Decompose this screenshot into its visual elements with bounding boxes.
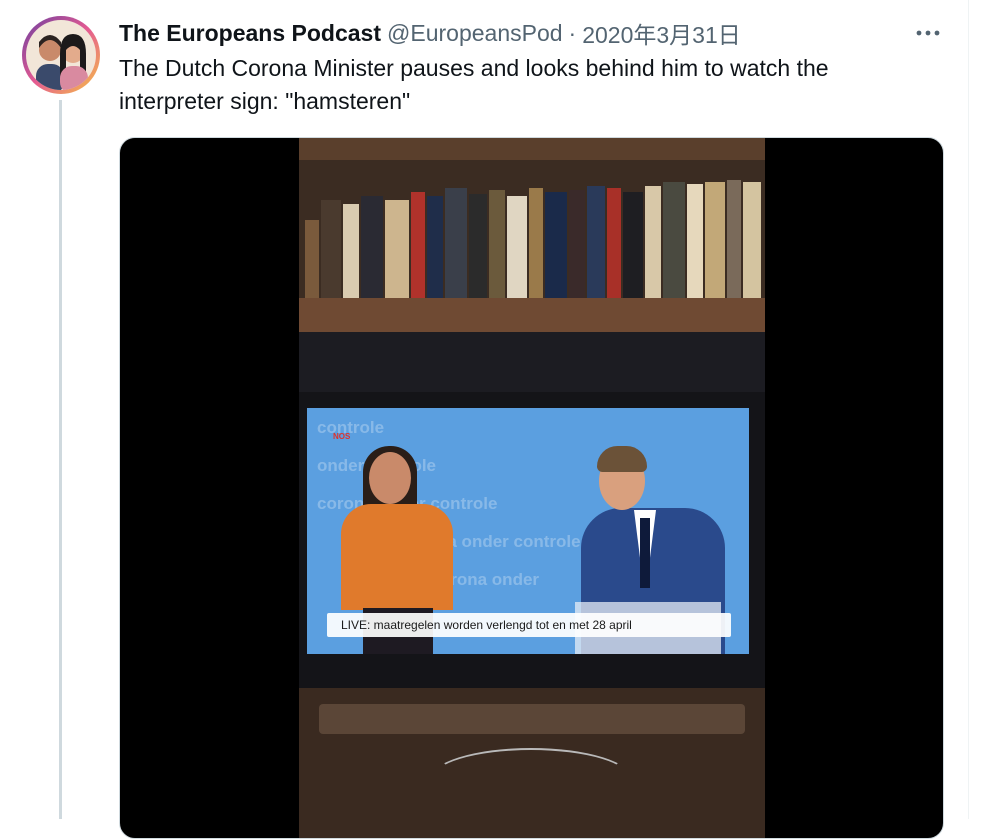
background-word: controle: [317, 418, 385, 437]
video-player[interactable]: controle onder controle corona onder con…: [119, 137, 944, 839]
tweet-text: The Dutch Corona Minister pauses and loo…: [119, 55, 829, 114]
tv-cabinet: [299, 332, 765, 392]
interpreter-body: [341, 504, 453, 610]
minister-hair: [597, 446, 647, 472]
timeline-border: [968, 0, 969, 819]
avatar-illustration: [26, 20, 96, 90]
display-name[interactable]: The Europeans Podcast: [119, 20, 381, 47]
tweet-date[interactable]: 2020年3月31日: [582, 16, 741, 50]
bookshelf-shelf: [299, 298, 765, 332]
live-caption: LIVE: maatregelen worden verlengd tot en…: [327, 613, 731, 637]
bookshelf-books: [299, 160, 765, 300]
broadcaster-logo: NOS: [333, 432, 350, 441]
tv-frame: controle onder controle corona onder con…: [299, 392, 765, 688]
interpreter-head: [369, 452, 411, 504]
minister-tie: [640, 518, 650, 588]
more-horizontal-icon[interactable]: [910, 18, 946, 48]
thread-line: [59, 100, 62, 819]
background-word: na onder controle: [437, 532, 581, 551]
tv-screen: controle onder controle corona onder con…: [307, 408, 749, 654]
user-handle[interactable]: @EuropeansPod: [387, 20, 563, 47]
tweet-header: The Europeans Podcast @EuropeansPod · 20…: [119, 16, 741, 50]
cable: [429, 748, 633, 812]
tv-stand: [319, 704, 745, 734]
video-frame: controle onder controle corona onder con…: [299, 138, 765, 838]
separator-dot: ·: [568, 19, 577, 46]
avatar[interactable]: [22, 16, 100, 94]
logo-text: NOS: [333, 432, 351, 441]
